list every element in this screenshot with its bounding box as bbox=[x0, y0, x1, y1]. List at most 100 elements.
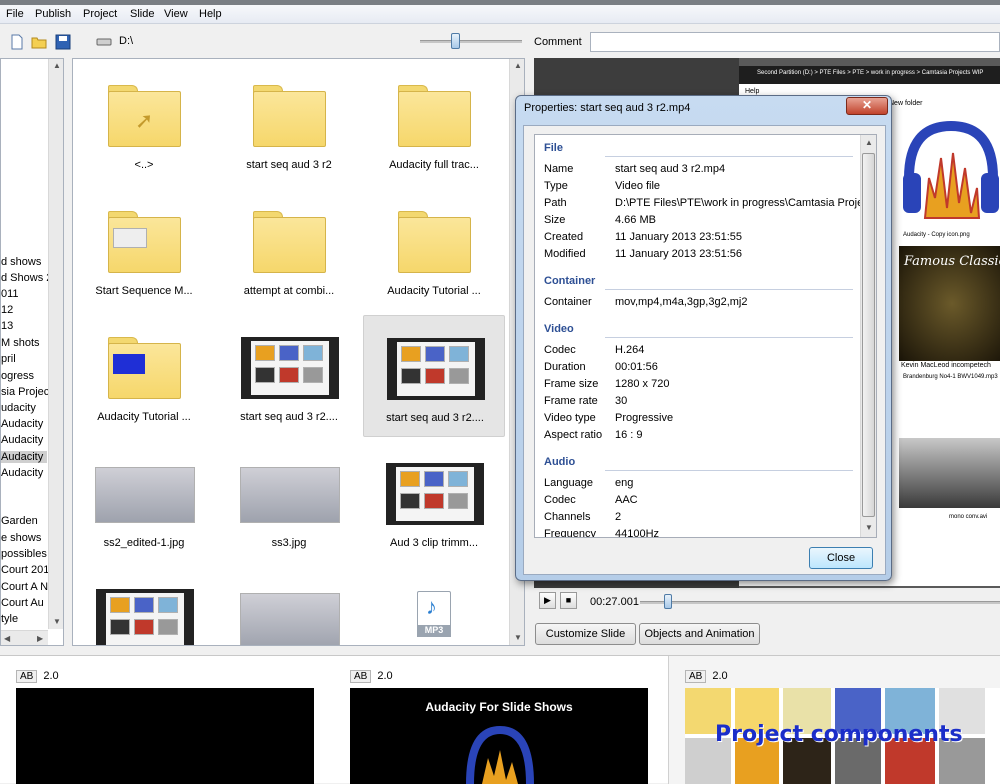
file-name: Audacity Tutorial ... bbox=[97, 411, 191, 423]
slide-thumbnail: Audacity For Slide Shows bbox=[350, 688, 648, 784]
current-path: D:\ bbox=[119, 35, 134, 47]
tree-item[interactable]: Audacity bbox=[1, 467, 43, 479]
explorer-path: Second Partition (D:) > PTE Files > PTE … bbox=[757, 70, 984, 76]
property-key: Codec bbox=[544, 494, 576, 506]
zoom-slider[interactable] bbox=[420, 40, 522, 43]
file-item[interactable]: Audacity Tutorial ... bbox=[363, 189, 505, 311]
tree-item[interactable]: tyle bbox=[1, 613, 18, 625]
video-file-icon bbox=[387, 338, 485, 400]
scroll-right-icon[interactable]: ▶ bbox=[37, 634, 43, 643]
menu-publish[interactable]: Publish bbox=[35, 8, 71, 20]
folder-icon bbox=[108, 337, 181, 399]
objects-animation-button[interactable]: Objects and Animation bbox=[639, 623, 760, 645]
property-value: 30 bbox=[615, 395, 628, 407]
file-name: start seq aud 3 r2 bbox=[246, 159, 332, 171]
open-folder-icon[interactable] bbox=[31, 34, 47, 50]
properties-panel: File Name start seq aud 3 r2.mp4 Type Video … bbox=[534, 134, 877, 538]
tree-item[interactable]: d shows bbox=[1, 256, 41, 268]
tree-item[interactable]: M shots bbox=[1, 337, 40, 349]
file-item[interactable]: ss2_edited-1.jpg bbox=[73, 441, 215, 563]
file-item[interactable]: Start Sequence M... bbox=[73, 189, 215, 311]
zoom-slider-thumb[interactable] bbox=[451, 33, 460, 49]
text-badge: AB bbox=[350, 670, 372, 683]
menu-file[interactable]: File bbox=[6, 8, 24, 20]
section-divider bbox=[605, 337, 853, 338]
tree-item[interactable]: udacity bbox=[1, 402, 36, 414]
scroll-up-icon[interactable]: ▲ bbox=[865, 138, 873, 147]
tree-item[interactable]: Court Au bbox=[1, 597, 44, 609]
tree-item[interactable]: Court A N bbox=[1, 581, 48, 593]
player-seek-bar[interactable] bbox=[640, 601, 1000, 604]
menu-slide[interactable]: Slide bbox=[130, 8, 154, 20]
scroll-down-icon[interactable]: ▼ bbox=[865, 523, 873, 532]
file-item[interactable]: start seq aud 3 r2.... bbox=[363, 315, 505, 437]
property-key: Created bbox=[544, 231, 584, 243]
file-item[interactable]: ♪ MP3 bbox=[363, 567, 505, 645]
tree-item[interactable]: possibles bbox=[1, 548, 47, 560]
scroll-down-icon[interactable]: ▼ bbox=[53, 617, 61, 626]
tree-item[interactable]: sia Project bbox=[1, 386, 52, 398]
new-file-icon[interactable] bbox=[9, 34, 25, 50]
menu-project[interactable]: Project bbox=[83, 8, 117, 20]
slide-duration: 2.0 bbox=[712, 670, 728, 682]
tree-item[interactable]: e shows bbox=[1, 532, 41, 544]
property-key: Size bbox=[544, 214, 566, 226]
slide-duration: 2.0 bbox=[377, 670, 393, 682]
tree-item[interactable]: Court 201 bbox=[1, 564, 49, 576]
properties-scroll-thumb[interactable] bbox=[862, 153, 875, 517]
tree-item[interactable]: 13 bbox=[1, 320, 13, 332]
file-item[interactable]: Audacity Tutorial ... bbox=[73, 315, 215, 437]
tree-item[interactable]: Garden bbox=[1, 515, 38, 527]
scroll-down-icon[interactable]: ▼ bbox=[514, 633, 522, 642]
property-key: Name bbox=[544, 163, 574, 175]
slide-item-selected[interactable]: AB 2.0 Project components bbox=[668, 656, 1000, 784]
tree-item[interactable]: 011 bbox=[1, 288, 19, 300]
close-button[interactable]: Close bbox=[809, 547, 873, 569]
file-item[interactable] bbox=[218, 567, 360, 645]
play-button[interactable]: ▶ bbox=[539, 592, 556, 609]
menu-view[interactable]: View bbox=[164, 8, 188, 20]
section-divider bbox=[605, 156, 853, 157]
file-item[interactable] bbox=[73, 567, 215, 645]
explorer-new-folder: New folder bbox=[889, 100, 923, 107]
scroll-left-icon[interactable]: ◀ bbox=[4, 634, 10, 643]
file-item[interactable]: start seq aud 3 r2.... bbox=[218, 315, 360, 437]
audacity-logo-icon bbox=[466, 725, 534, 784]
text-badge: AB bbox=[16, 670, 38, 683]
slide-item[interactable]: AB 2.0 bbox=[0, 656, 335, 784]
dialog-close-icon[interactable]: ✕ bbox=[846, 97, 888, 115]
folder-icon bbox=[108, 211, 181, 273]
customize-slide-button[interactable]: Customize Slide bbox=[535, 623, 636, 645]
menu-help[interactable]: Help bbox=[199, 8, 222, 20]
thumb-caption: Audacity - Copy icon.png bbox=[903, 232, 970, 238]
scroll-up-icon[interactable]: ▲ bbox=[514, 61, 522, 70]
tree-horizontal-scrollbar[interactable]: ◀ ▶ bbox=[1, 630, 48, 645]
file-name: <..> bbox=[134, 159, 154, 171]
tree-item[interactable]: Audacity bbox=[1, 434, 43, 446]
file-item[interactable]: attempt at combi... bbox=[218, 189, 360, 311]
thumb-caption: mono conv.avi bbox=[949, 514, 988, 520]
file-item[interactable]: Aud 3 clip trimm... bbox=[363, 441, 505, 563]
tree-vertical-scrollbar[interactable]: ▲ ▼ bbox=[48, 59, 63, 629]
tree-splitter[interactable] bbox=[64, 58, 72, 646]
tree-item[interactable]: Audacity bbox=[1, 418, 43, 430]
scroll-up-icon[interactable]: ▲ bbox=[53, 61, 61, 70]
save-icon[interactable] bbox=[55, 34, 71, 50]
tree-item[interactable]: 12 bbox=[1, 304, 13, 316]
player-bar: ▶ ■ 00:27.001 bbox=[534, 588, 1000, 616]
tree-item[interactable]: Audacity bbox=[1, 451, 47, 463]
file-item[interactable]: ss3.jpg bbox=[218, 441, 360, 563]
player-seek-thumb[interactable] bbox=[664, 594, 672, 609]
file-name: Aud 3 clip trimm... bbox=[389, 537, 479, 549]
file-item[interactable]: ➚ <..> bbox=[73, 63, 215, 185]
properties-dialog: Properties: start seq aud 3 r2.mp4 ✕ Fil… bbox=[515, 95, 892, 581]
file-item[interactable]: Audacity full trac... bbox=[363, 63, 505, 185]
slide-duration: 2.0 bbox=[43, 670, 59, 682]
file-item[interactable]: start seq aud 3 r2 bbox=[218, 63, 360, 185]
comment-input[interactable] bbox=[590, 32, 1000, 52]
slide-item[interactable]: AB 2.0 Audacity For Slide Shows bbox=[334, 656, 669, 784]
thumb-title: Famous Classic bbox=[904, 254, 1000, 269]
stop-button[interactable]: ■ bbox=[560, 592, 577, 609]
tree-item[interactable]: pril bbox=[1, 353, 16, 365]
tree-item[interactable]: ogress bbox=[1, 370, 34, 382]
